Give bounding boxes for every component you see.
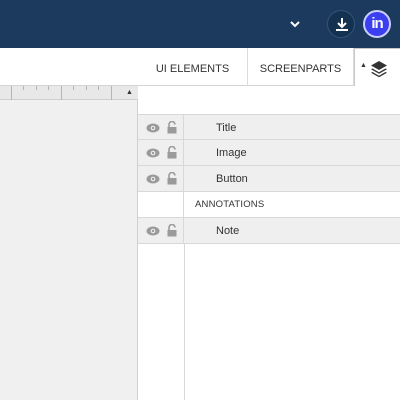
horizontal-ruler: ▲ (0, 86, 138, 100)
layers-icon (371, 61, 387, 78)
tab-screenparts[interactable]: SCREENPARTS (248, 48, 354, 86)
section-header-annotations[interactable]: ANNOTATIONS (138, 192, 400, 218)
eye-icon[interactable] (146, 174, 160, 184)
lock-open-icon[interactable] (166, 121, 178, 134)
tab-bar: UI ELEMENTS SCREENPARTS ▲ (0, 48, 400, 87)
download-icon (336, 18, 348, 31)
lock-open-icon[interactable] (166, 146, 178, 159)
tab-ui-elements[interactable]: UI ELEMENTS (138, 48, 248, 86)
layer-row[interactable]: Note (138, 218, 400, 244)
invision-logo[interactable]: in (363, 10, 391, 38)
eye-icon[interactable] (146, 226, 160, 236)
lock-open-icon[interactable] (166, 224, 178, 237)
lock-open-icon[interactable] (166, 172, 178, 185)
layers-panel-header (138, 86, 400, 114)
layer-label: Image (216, 147, 247, 159)
eye-icon[interactable] (146, 123, 160, 133)
top-bar: in (0, 0, 400, 48)
layer-row[interactable]: Title (138, 114, 400, 140)
layers-panel: Title Image Button ANNOTATIONS Note (138, 86, 400, 400)
download-button[interactable] (327, 10, 355, 38)
triangle-up-icon[interactable]: ▲ (360, 61, 367, 71)
ruler-scroll-up-icon[interactable]: ▲ (126, 88, 133, 98)
layer-label: Title (216, 122, 237, 134)
design-canvas[interactable]: ▲ (0, 86, 138, 400)
layers-list: Title Image Button ANNOTATIONS Note (138, 114, 400, 244)
eye-icon[interactable] (146, 148, 160, 158)
section-label: ANNOTATIONS (195, 199, 265, 210)
tab-layers[interactable]: ▲ (354, 48, 400, 87)
layer-row[interactable]: Image (138, 140, 400, 166)
chevron-down-icon[interactable] (287, 16, 303, 32)
layer-row[interactable]: Button (138, 166, 400, 192)
layer-label: Button (216, 173, 248, 185)
layer-label: Note (216, 225, 240, 237)
